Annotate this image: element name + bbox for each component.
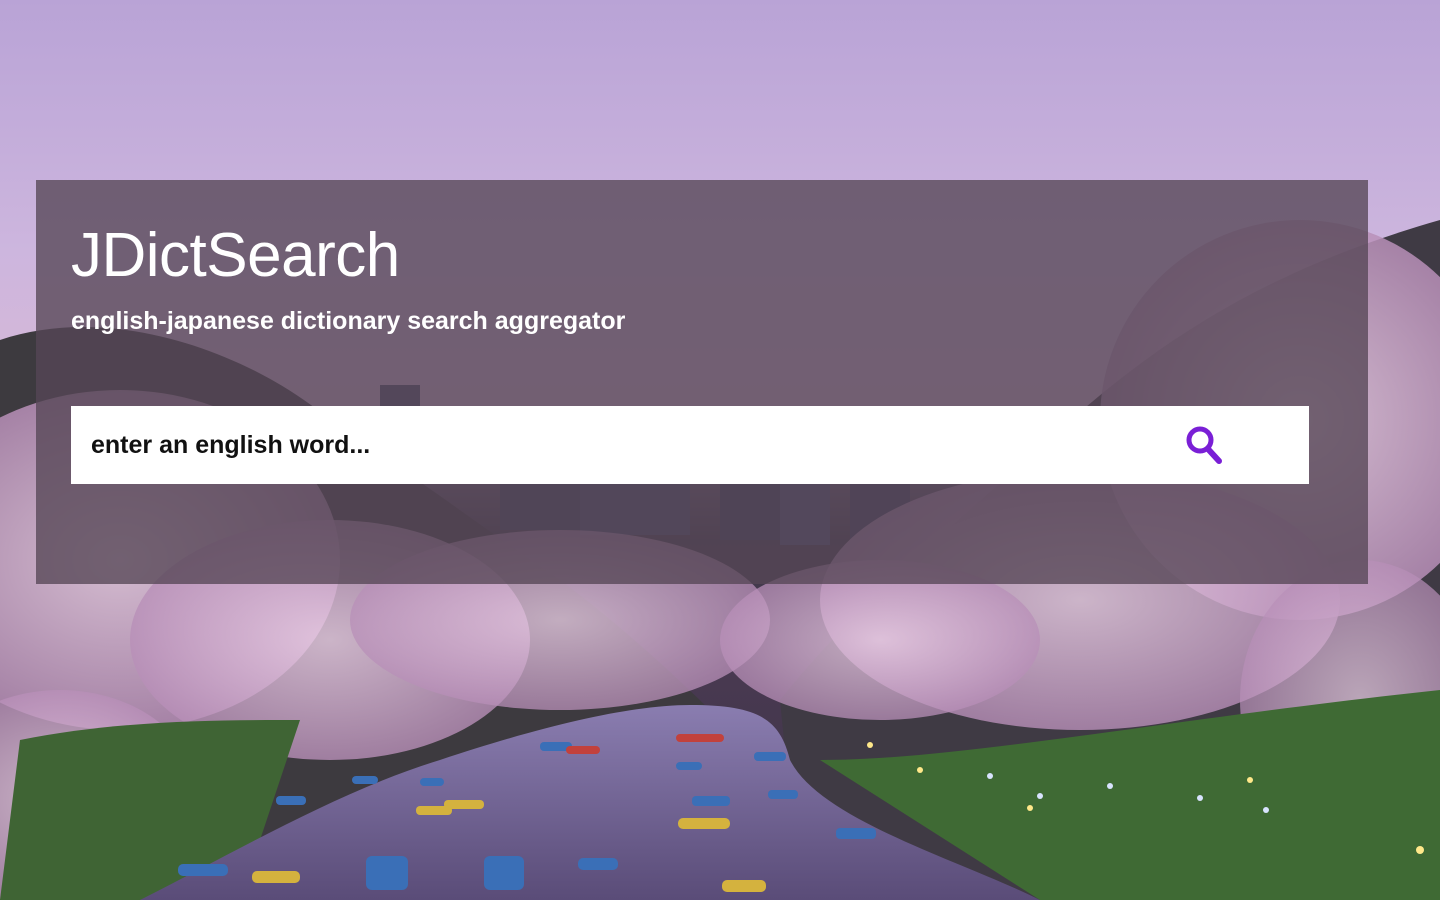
search-icon xyxy=(1186,426,1222,464)
app-title: JDictSearch xyxy=(71,221,400,290)
page: JDictSearch english-japanese dictionary … xyxy=(0,0,1440,900)
search-button[interactable] xyxy=(1179,420,1229,470)
search-form xyxy=(71,406,1309,484)
hero-panel: JDictSearch english-japanese dictionary … xyxy=(36,180,1368,584)
search-input[interactable] xyxy=(71,406,1179,484)
app-subtitle: english-japanese dictionary search aggre… xyxy=(71,307,626,335)
